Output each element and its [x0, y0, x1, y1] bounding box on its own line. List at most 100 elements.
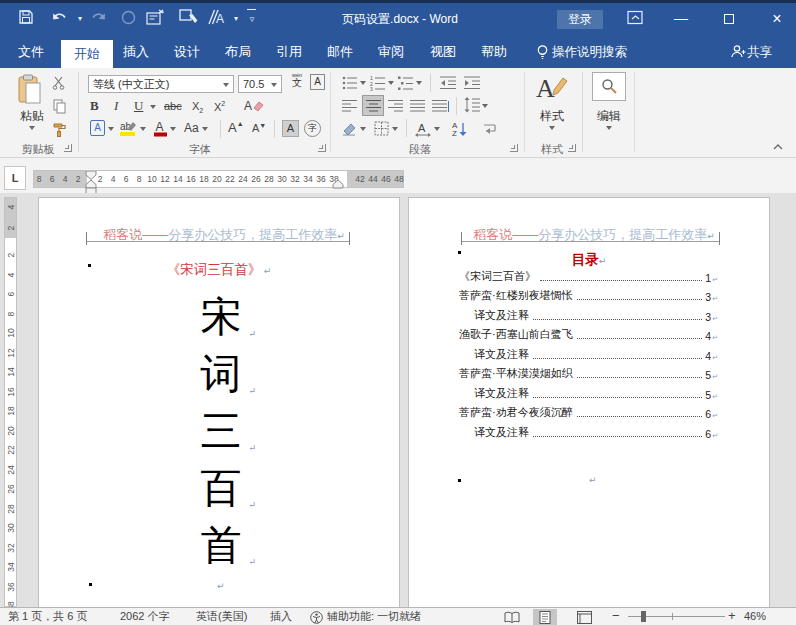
shrink-font-icon[interactable]: A▼ [252, 122, 266, 134]
zoom-out-button[interactable]: − [612, 607, 620, 624]
page-2[interactable]: 稻客说——分享办公技巧，提高工作效率↵ 目录↵ 《宋词三百首》1↵菩萨蛮·红楼别… [408, 197, 770, 607]
phonetic-guide-icon[interactable]: wén文 [288, 72, 306, 88]
align-left-icon[interactable] [342, 99, 357, 118]
change-case-icon[interactable]: Aa [184, 121, 199, 135]
selection-icon[interactable] [178, 9, 198, 29]
zoom-level[interactable]: 46% [744, 608, 766, 625]
font-color-icon[interactable]: A [154, 120, 168, 141]
find-icon[interactable] [592, 72, 626, 101]
highlight-dropdown-icon[interactable] [140, 127, 146, 131]
bullets-icon[interactable] [342, 75, 358, 95]
page-1[interactable]: 稻客说——分享办公技巧，提高工作效率↵ 《宋词三百首》 ↵ 宋↵词↵三↵百↵首↵… [38, 197, 400, 607]
ribbon-display-options-icon[interactable] [627, 10, 645, 27]
toc-entry[interactable]: 译文及注释6↵ [459, 420, 718, 440]
sign-in-button[interactable]: 登录 [557, 10, 603, 29]
line-spacing-icon[interactable] [464, 97, 480, 118]
proofing-icon[interactable]: A [206, 9, 226, 29]
tell-me-box[interactable]: 操作说明搜索 [552, 36, 627, 68]
toc-entry[interactable]: 渔歌子·西塞山前白鹭飞4↵ [459, 323, 718, 343]
horizontal-ruler[interactable]: 8642246810121416182022242628303234363842… [33, 170, 404, 188]
shading-dropdown-icon[interactable] [360, 127, 366, 131]
copy-icon[interactable] [52, 99, 68, 118]
tab-视图[interactable]: 视图 [417, 36, 469, 68]
redo-icon[interactable] [88, 9, 108, 29]
word-count[interactable]: 2062 个字 [120, 608, 170, 625]
asian-layout-icon[interactable]: A [414, 121, 432, 141]
asian-layout-dropdown-icon[interactable] [434, 127, 440, 131]
paste-dropdown-icon[interactable] [29, 126, 35, 130]
clear-formatting-icon[interactable]: A [244, 98, 264, 118]
multilevel-list-icon[interactable] [398, 75, 414, 95]
toc-entry[interactable]: 译文及注释3↵ [459, 303, 718, 323]
right-indent-marker[interactable] [332, 180, 344, 189]
font-color-dropdown-icon[interactable] [170, 127, 176, 131]
minimize-button[interactable]: — [664, 3, 698, 36]
font-name-combo[interactable]: 等线 (中文正文) [88, 75, 234, 93]
toc-entry[interactable]: 译文及注释5↵ [459, 381, 718, 401]
show-marks-icon[interactable] [482, 121, 498, 141]
toc-entry[interactable]: 菩萨蛮·平林漠漠烟如织5↵ [459, 362, 718, 382]
tab-布局[interactable]: 布局 [212, 36, 264, 68]
paste-icon[interactable] [16, 74, 44, 110]
line-spacing-dropdown-icon[interactable] [482, 104, 488, 108]
share-button[interactable]: 共享 [747, 36, 772, 68]
sort-icon[interactable]: AZ [452, 120, 468, 141]
clipboard-dialog-launcher-icon[interactable] [64, 144, 72, 152]
collapse-ribbon-icon[interactable] [772, 142, 784, 154]
decrease-indent-icon[interactable] [440, 75, 456, 95]
bullets-dropdown-icon[interactable] [360, 81, 366, 85]
close-button[interactable]: × [760, 3, 794, 36]
borders-icon[interactable] [374, 121, 390, 141]
character-shading-blue-icon[interactable]: A [90, 120, 105, 136]
zoom-slider-thumb[interactable] [641, 611, 646, 622]
grow-font-icon[interactable]: A▲ [228, 120, 244, 135]
highlight-icon[interactable]: ab [120, 120, 138, 141]
toc-entry[interactable]: 《宋词三百首》1↵ [459, 264, 718, 284]
paste-button[interactable]: 粘贴 [8, 108, 56, 125]
language-indicator[interactable]: 英语(美国) [196, 608, 247, 625]
toc-entry[interactable]: 菩萨蛮·红楼别夜堪惆怅3↵ [459, 284, 718, 304]
character-shading-dropdown-icon[interactable] [108, 127, 114, 131]
bold-icon[interactable]: B [90, 98, 99, 114]
subscript-icon[interactable]: X2 [192, 100, 203, 114]
borders-dropdown-icon[interactable] [392, 127, 398, 131]
strikethrough-icon[interactable]: abc [164, 100, 182, 112]
numbering-dropdown-icon[interactable] [388, 81, 394, 85]
styles-button[interactable]: 样式 [531, 108, 573, 125]
increase-indent-icon[interactable] [464, 75, 480, 95]
accessibility-status[interactable]: 辅助功能: 一切就绪 [327, 608, 421, 625]
toc-entry[interactable]: 译文及注释4↵ [459, 342, 718, 362]
styles-dropdown-icon[interactable] [549, 126, 555, 130]
justify-icon[interactable] [410, 99, 425, 118]
page-indicator[interactable]: 第 1 页，共 6 页 [8, 608, 87, 625]
styles-dialog-launcher-icon[interactable] [568, 144, 576, 152]
print-layout-icon[interactable] [533, 609, 557, 625]
repeat-icon[interactable] [118, 9, 138, 29]
undo-dropdown-icon[interactable]: ▾ [70, 9, 90, 29]
superscript-icon[interactable]: X2 [214, 100, 225, 113]
tab-帮助[interactable]: 帮助 [468, 36, 520, 68]
multilevel-dropdown-icon[interactable] [416, 81, 422, 85]
styles-icon[interactable]: A [534, 72, 568, 108]
tab-设计[interactable]: 设计 [161, 36, 213, 68]
tab-selector[interactable]: L [4, 166, 26, 190]
insert-mode[interactable]: 插入 [270, 608, 292, 625]
font-size-combo[interactable]: 70.5 [238, 75, 282, 93]
zoom-in-button[interactable]: + [728, 607, 736, 624]
tab-邮件[interactable]: 邮件 [314, 36, 366, 68]
character-border-icon[interactable]: A [310, 74, 325, 90]
font-dialog-launcher-icon[interactable] [318, 144, 326, 152]
maximize-button[interactable] [712, 3, 746, 36]
tab-引用[interactable]: 引用 [263, 36, 315, 68]
character-shading-icon[interactable]: A [282, 120, 299, 137]
read-mode-icon[interactable] [500, 609, 524, 625]
format-painter-icon[interactable] [52, 122, 68, 142]
tab-审阅[interactable]: 审阅 [365, 36, 417, 68]
web-layout-icon[interactable] [572, 609, 596, 625]
underline-icon[interactable]: U [134, 98, 143, 114]
toc-entry[interactable]: 菩萨蛮·劝君今夜须沉醉6↵ [459, 401, 718, 421]
undo-icon[interactable] [50, 9, 70, 29]
first-line-indent-marker[interactable] [85, 171, 97, 180]
editing-button[interactable]: 编辑 [588, 108, 630, 125]
underline-dropdown-icon[interactable] [150, 105, 156, 109]
